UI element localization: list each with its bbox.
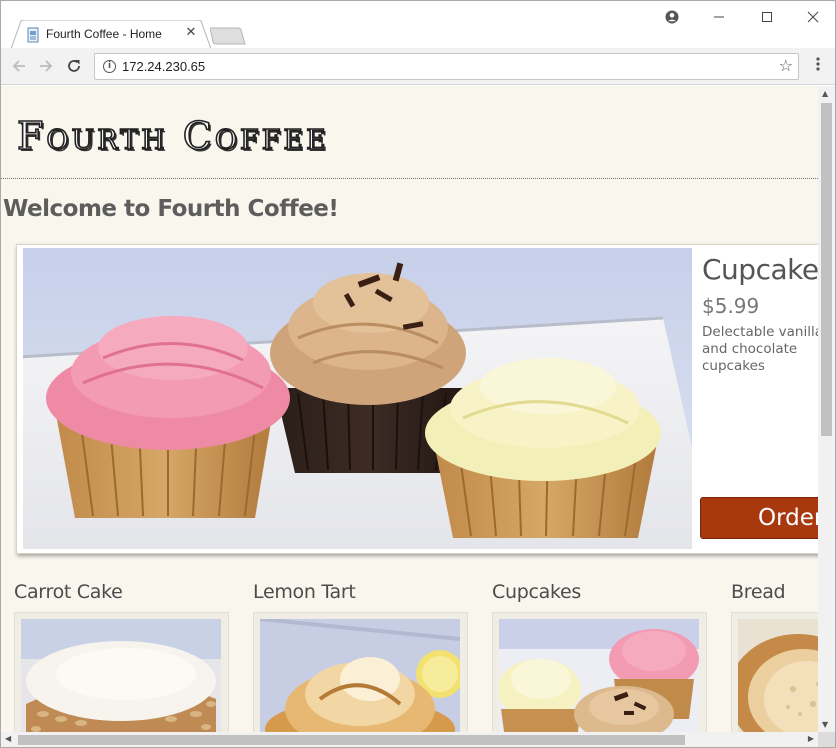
info-icon[interactable]: i [103,60,116,73]
product-image[interactable] [260,619,460,732]
product-card[interactable]: Cupcakes [492,581,707,732]
tab-strip: Fourth Coffee - Home ✕ [1,1,835,49]
horizontal-scroll-thumb[interactable] [18,735,685,745]
account-icon[interactable] [660,5,684,29]
featured-product: Cupcakes $5.99 Delectable vanilla and ch… [16,244,818,554]
maximize-button[interactable] [755,5,779,29]
featured-product-description: Delectable vanilla and chocolate cupcake… [702,324,818,374]
arrow-left-icon[interactable] [8,55,30,77]
browser-window: Fourth Coffee - Home ✕ i 172.24.230.65 ☆… [0,0,836,748]
product-card[interactable]: Bread [731,581,818,732]
product-image-frame [731,612,818,732]
scroll-left-icon[interactable]: ◀ [5,734,11,743]
page-viewport: Fourth Coffee Fourth Coffee Welcome to F… [1,86,818,732]
tab-title: Fourth Coffee - Home [46,27,162,41]
page-title: Welcome to Fourth Coffee! [3,196,339,222]
more-vert-icon[interactable] [811,56,825,76]
product-name[interactable]: Lemon Tart [253,581,468,603]
close-icon[interactable]: ✕ [184,25,198,41]
featured-product-image[interactable] [23,248,692,549]
scroll-right-icon[interactable]: ▶ [808,734,814,743]
featured-product-price: $5.99 [702,294,760,318]
site-logo[interactable]: Fourth Coffee [16,113,329,159]
reload-icon[interactable] [63,55,85,77]
product-card[interactable]: Lemon Tart [253,581,468,732]
star-icon[interactable]: ☆ [779,56,793,75]
featured-product-info: Cupcakes $5.99 Delectable vanilla and ch… [700,245,818,553]
browser-tab[interactable]: Fourth Coffee - Home ✕ [11,20,211,49]
new-tab-button[interactable] [210,27,246,45]
page-favicon-icon [27,27,41,43]
address-bar[interactable]: i 172.24.230.65 ☆ [94,53,799,80]
arrow-right-icon[interactable] [35,55,57,77]
product-name[interactable]: Cupcakes [492,581,707,603]
scrollbar-corner [818,732,835,747]
product-image-frame [253,612,468,732]
horizontal-scrollbar[interactable]: ◀ ▶ [1,732,818,747]
product-image[interactable] [738,619,818,732]
product-image-frame [14,612,229,732]
browser-toolbar: i 172.24.230.65 ☆ [1,48,835,85]
vertical-scrollbar[interactable]: ▲ ▼ [818,86,835,732]
url-text[interactable]: 172.24.230.65 [122,59,205,74]
scroll-up-icon[interactable]: ▲ [822,89,828,98]
window-close-button[interactable] [801,5,825,29]
header-divider [1,178,818,179]
product-name[interactable]: Bread [731,581,818,603]
product-image[interactable] [21,619,221,732]
product-image-frame [492,612,707,732]
product-card[interactable]: Carrot Cake [14,581,229,732]
product-image[interactable] [499,619,699,732]
order-button[interactable]: Order Now [700,497,818,539]
featured-product-name: Cupcakes [702,253,818,286]
minimize-button[interactable] [707,5,731,29]
scroll-down-icon[interactable]: ▼ [822,720,828,729]
product-name[interactable]: Carrot Cake [14,581,229,603]
vertical-scroll-thumb[interactable] [821,103,832,436]
